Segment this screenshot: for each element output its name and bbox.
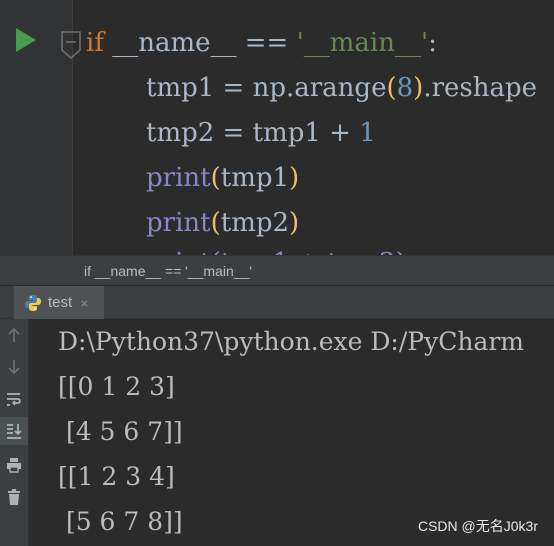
console-toolbar	[0, 319, 29, 546]
paren-open: (	[210, 208, 221, 238]
breadcrumb-text[interactable]: if __name__ == '__main__'	[84, 263, 252, 279]
print-arg: tmp1	[220, 163, 290, 193]
close-icon[interactable]: ×	[80, 295, 88, 311]
paren-close: )	[289, 163, 300, 193]
print-arg: tmp2	[220, 208, 290, 238]
console-line: [4 5 6 7]]	[58, 417, 183, 446]
code-line-1[interactable]: if __name__ == '__main__':	[86, 27, 437, 59]
print-button[interactable]	[0, 451, 28, 479]
fold-icon[interactable]	[60, 30, 82, 60]
soft-wrap-icon	[7, 393, 21, 406]
soft-wrap-button[interactable]	[0, 385, 28, 413]
code-line-5[interactable]: print(tmp2)	[146, 207, 299, 239]
scroll-to-end-icon	[7, 424, 22, 439]
arrow-down-icon	[8, 360, 20, 375]
run-tool-window-header: test ×	[0, 285, 554, 319]
scroll-to-end-button[interactable]	[0, 417, 28, 445]
watermark: CSDN @无名J0k3r	[417, 518, 538, 534]
python-icon	[25, 294, 41, 311]
string-main: '__main__'	[296, 28, 429, 58]
code-line-4[interactable]: print(tmp1)	[146, 162, 299, 194]
printer-icon	[7, 458, 21, 473]
name-compare: __name__ ==	[103, 28, 297, 58]
reshape-call: .reshape	[423, 73, 538, 103]
number-1: 1	[359, 118, 376, 148]
paren-open: (	[210, 163, 221, 193]
scroll-down-button[interactable]	[0, 353, 28, 381]
trash-icon	[8, 489, 20, 505]
clear-all-button[interactable]	[0, 483, 28, 511]
console-line: [[1 2 3 4]	[58, 462, 175, 491]
keyword-if: if	[86, 28, 104, 58]
breadcrumb[interactable]: if __name__ == '__main__'	[0, 255, 554, 285]
run-icon[interactable]	[14, 27, 38, 53]
paren-close: )	[289, 208, 300, 238]
paren-open: (	[386, 73, 397, 103]
colon: :	[428, 28, 437, 58]
print-builtin: print	[146, 163, 211, 193]
code-line-2[interactable]: tmp1 = np.arange(8).reshape	[146, 72, 537, 104]
number-8: 8	[396, 73, 414, 103]
assign-tmp1: tmp1 = np.arange	[146, 73, 387, 103]
print-builtin: print	[146, 208, 211, 238]
code-line-3[interactable]: tmp2 = tmp1 + 1	[146, 117, 376, 149]
assign-tmp2: tmp2 = tmp1 +	[146, 118, 360, 148]
console-line: [[0 1 2 3]	[58, 372, 175, 401]
code-editor[interactable]: if __name__ == '__main__': tmp1 = np.ara…	[0, 0, 554, 255]
scroll-up-button[interactable]	[0, 321, 28, 349]
run-tab-label: test	[48, 294, 73, 311]
run-tab-test[interactable]: test ×	[14, 286, 104, 319]
run-console[interactable]: D:\Python37\python.exe D:/PyCharm [[0 1 …	[0, 319, 554, 546]
arrow-up-icon	[8, 327, 20, 342]
code-line-6-partial: print(tmp1 + tmp2)	[146, 247, 486, 255]
paren-close: )	[413, 73, 424, 103]
code-line-6-text: print(tmp1 + tmp2)	[146, 247, 406, 255]
console-line: [5 6 7 8]]	[58, 507, 183, 536]
console-line: D:\Python37\python.exe D:/PyCharm	[58, 327, 525, 356]
